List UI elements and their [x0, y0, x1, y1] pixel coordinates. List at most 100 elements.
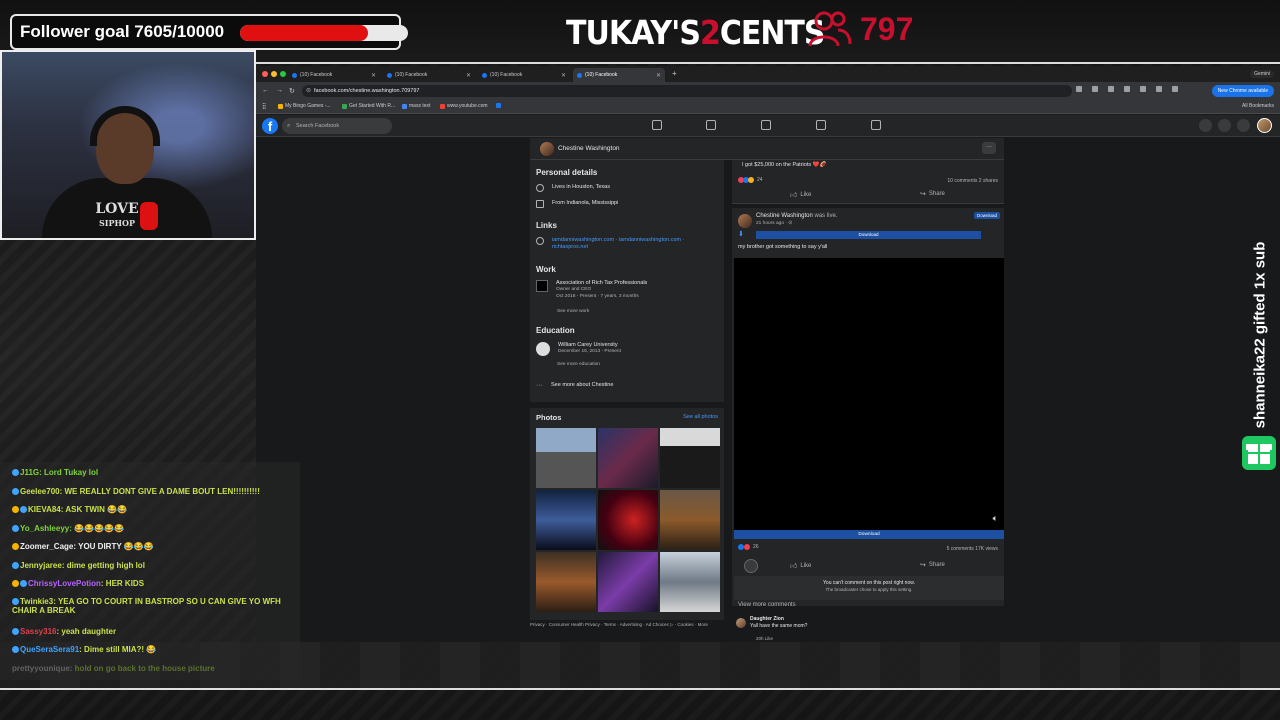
- account-avatar[interactable]: [1257, 118, 1272, 133]
- work-role: Owner and CEO: [556, 287, 592, 292]
- commenter-name[interactable]: Daughter Zion: [750, 616, 807, 623]
- share-button[interactable]: ↪ Share: [920, 561, 945, 569]
- extension-icon[interactable]: [1140, 86, 1146, 92]
- close-tab-icon[interactable]: ✕: [656, 72, 661, 79]
- chat-text: Dime still MIA?! 😂: [84, 645, 157, 654]
- new-tab-button[interactable]: +: [672, 69, 677, 78]
- website-link[interactable]: iamdanniwashington.com · iamdanniwashing…: [552, 237, 684, 244]
- menu-grid-icon[interactable]: [1199, 119, 1212, 132]
- flag-pages-icon[interactable]: [706, 120, 716, 130]
- close-tab-icon[interactable]: ✕: [466, 72, 471, 79]
- bookmark-item[interactable]: mass text: [402, 103, 430, 109]
- see-more-about-link[interactable]: See more about Chestine: [551, 382, 613, 388]
- sidebar-icon[interactable]: [1172, 86, 1178, 92]
- new-chrome-available-button[interactable]: New Chrome available: [1211, 85, 1274, 97]
- back-arrow-icon[interactable]: ←: [262, 87, 269, 94]
- photo-thumbnail[interactable]: [598, 428, 658, 488]
- record-icon[interactable]: [744, 559, 758, 573]
- see-more-about-row[interactable]: ··· See more about Chestine: [536, 382, 613, 389]
- gaming-icon[interactable]: [871, 120, 881, 130]
- chat-username: Sassy316: [20, 627, 57, 636]
- photo-thumbnail[interactable]: [598, 490, 658, 550]
- profile-name[interactable]: Chestine Washington: [558, 145, 620, 152]
- browser-tab[interactable]: (10) Facebook ✕: [383, 68, 475, 82]
- facebook-search-input[interactable]: ⌕ Search Facebook: [282, 118, 392, 134]
- photo-thumbnail[interactable]: [660, 428, 720, 488]
- install-icon[interactable]: [1076, 86, 1082, 92]
- extension-icon[interactable]: [1108, 86, 1114, 92]
- facebook-favicon: [577, 72, 582, 78]
- search-icon: ⌕: [287, 123, 291, 129]
- photo-thumbnail[interactable]: [536, 490, 596, 550]
- share-button[interactable]: ↪ Share: [920, 190, 945, 198]
- extension-icon[interactable]: [1124, 86, 1130, 92]
- browser-tab-active[interactable]: (10) Facebook ✕: [573, 68, 665, 82]
- bookmarks-bar: ⣿ My Bingo Games -... Get Started With R…: [256, 100, 1280, 114]
- profile-avatar[interactable]: [540, 142, 554, 156]
- photo-thumbnail[interactable]: [660, 552, 720, 612]
- photo-thumbnail[interactable]: [660, 490, 720, 550]
- bookmark-favicon: [402, 103, 407, 109]
- all-bookmarks-button[interactable]: All Bookmarks: [1242, 103, 1274, 109]
- url-field[interactable]: ⊜ facebook.com/chestine.washington.70979…: [302, 85, 1072, 97]
- website-link[interactable]: richtaxpros.net: [552, 244, 684, 251]
- reload-icon[interactable]: ↻: [289, 87, 295, 95]
- follower-goal-progress: [240, 25, 408, 41]
- bookmark-item[interactable]: Get Started With R...: [342, 103, 395, 109]
- chat-badge-icon: [12, 646, 19, 653]
- photo-thumbnail[interactable]: [536, 428, 596, 488]
- bookmark-item[interactable]: My Bingo Games -...: [278, 103, 331, 109]
- volume-icon[interactable]: 🔈︎: [993, 513, 998, 524]
- close-window-button[interactable]: [262, 71, 268, 77]
- commenter-avatar[interactable]: [736, 618, 746, 628]
- bookmark-star-icon[interactable]: [1092, 86, 1098, 92]
- post-author-name[interactable]: Chestine Washington: [756, 213, 813, 219]
- bookmark-item[interactable]: [496, 103, 501, 108]
- download-bar-button[interactable]: Download: [734, 530, 1004, 539]
- megaphone-ads-icon[interactable]: [816, 120, 826, 130]
- chat-message: Yo_Ashleeyy: 😂😂😂😂😂: [12, 524, 124, 533]
- comment-meta[interactable]: 20h Like: [756, 636, 773, 641]
- see-all-photos-link[interactable]: See all photos: [683, 414, 718, 420]
- extension-icons: [1076, 86, 1178, 92]
- minimize-window-button[interactable]: [271, 71, 277, 77]
- see-more-work-link[interactable]: See more work: [557, 309, 589, 314]
- apps-grid-icon[interactable]: ⣿: [262, 103, 266, 110]
- chat-message: Sassy316: yeah daughter: [12, 627, 116, 636]
- footer-links[interactable]: Privacy · Consumer Health Privacy · Term…: [530, 622, 724, 628]
- chat-username: Geelee700: [20, 487, 60, 496]
- extensions-puzzle-icon[interactable]: [1156, 86, 1162, 92]
- facebook-logo-icon[interactable]: f: [262, 118, 278, 134]
- post-engagement-counts[interactable]: 5 comments 17K views: [947, 546, 998, 552]
- post-author-avatar[interactable]: [738, 214, 752, 228]
- download-chip-button[interactable]: Download: [973, 212, 1000, 219]
- post-reactions[interactable]: 24: [738, 177, 763, 183]
- close-tab-icon[interactable]: ✕: [561, 72, 566, 79]
- more-options-button[interactable]: ···: [982, 142, 996, 154]
- site-info-icon[interactable]: ⊜: [306, 85, 311, 97]
- see-more-education-link[interactable]: See more education: [557, 362, 600, 367]
- post-engagement-counts[interactable]: 10 comments 2 shares: [947, 178, 998, 184]
- view-more-comments-link[interactable]: View more comments: [738, 602, 796, 608]
- photo-thumbnail[interactable]: [536, 552, 596, 612]
- messenger-icon[interactable]: [1218, 119, 1231, 132]
- post-reactions[interactable]: 26: [738, 544, 759, 550]
- chat-message: Twinkie3: YEA GO TO COURT IN BASTROP SO …: [12, 597, 281, 615]
- notifications-bell-icon[interactable]: [1237, 119, 1250, 132]
- forward-arrow-icon[interactable]: →: [276, 87, 283, 94]
- browser-tab[interactable]: (10) Facebook ✕: [478, 68, 570, 82]
- video-player[interactable]: 🔈︎: [734, 258, 1004, 530]
- browser-tab[interactable]: (10) Facebook ✕: [288, 68, 380, 82]
- like-button[interactable]: 👍︎ Like: [790, 190, 811, 200]
- post-timestamp[interactable]: 21 hours ago · ⊙: [756, 221, 792, 226]
- download-bar-button[interactable]: ⬇ Download: [738, 231, 981, 239]
- bookmark-item[interactable]: www.youtube.com: [440, 103, 488, 109]
- gemini-button[interactable]: Gemini: [1250, 70, 1274, 78]
- like-button[interactable]: 👍︎ Like: [790, 561, 811, 571]
- photo-thumbnail[interactable]: [598, 552, 658, 612]
- maximize-window-button[interactable]: [280, 71, 286, 77]
- home-icon[interactable]: [652, 120, 662, 130]
- marketplace-icon[interactable]: [761, 120, 771, 130]
- follower-goal-label: Follower goal 7605/10000: [20, 22, 225, 41]
- close-tab-icon[interactable]: ✕: [371, 72, 376, 79]
